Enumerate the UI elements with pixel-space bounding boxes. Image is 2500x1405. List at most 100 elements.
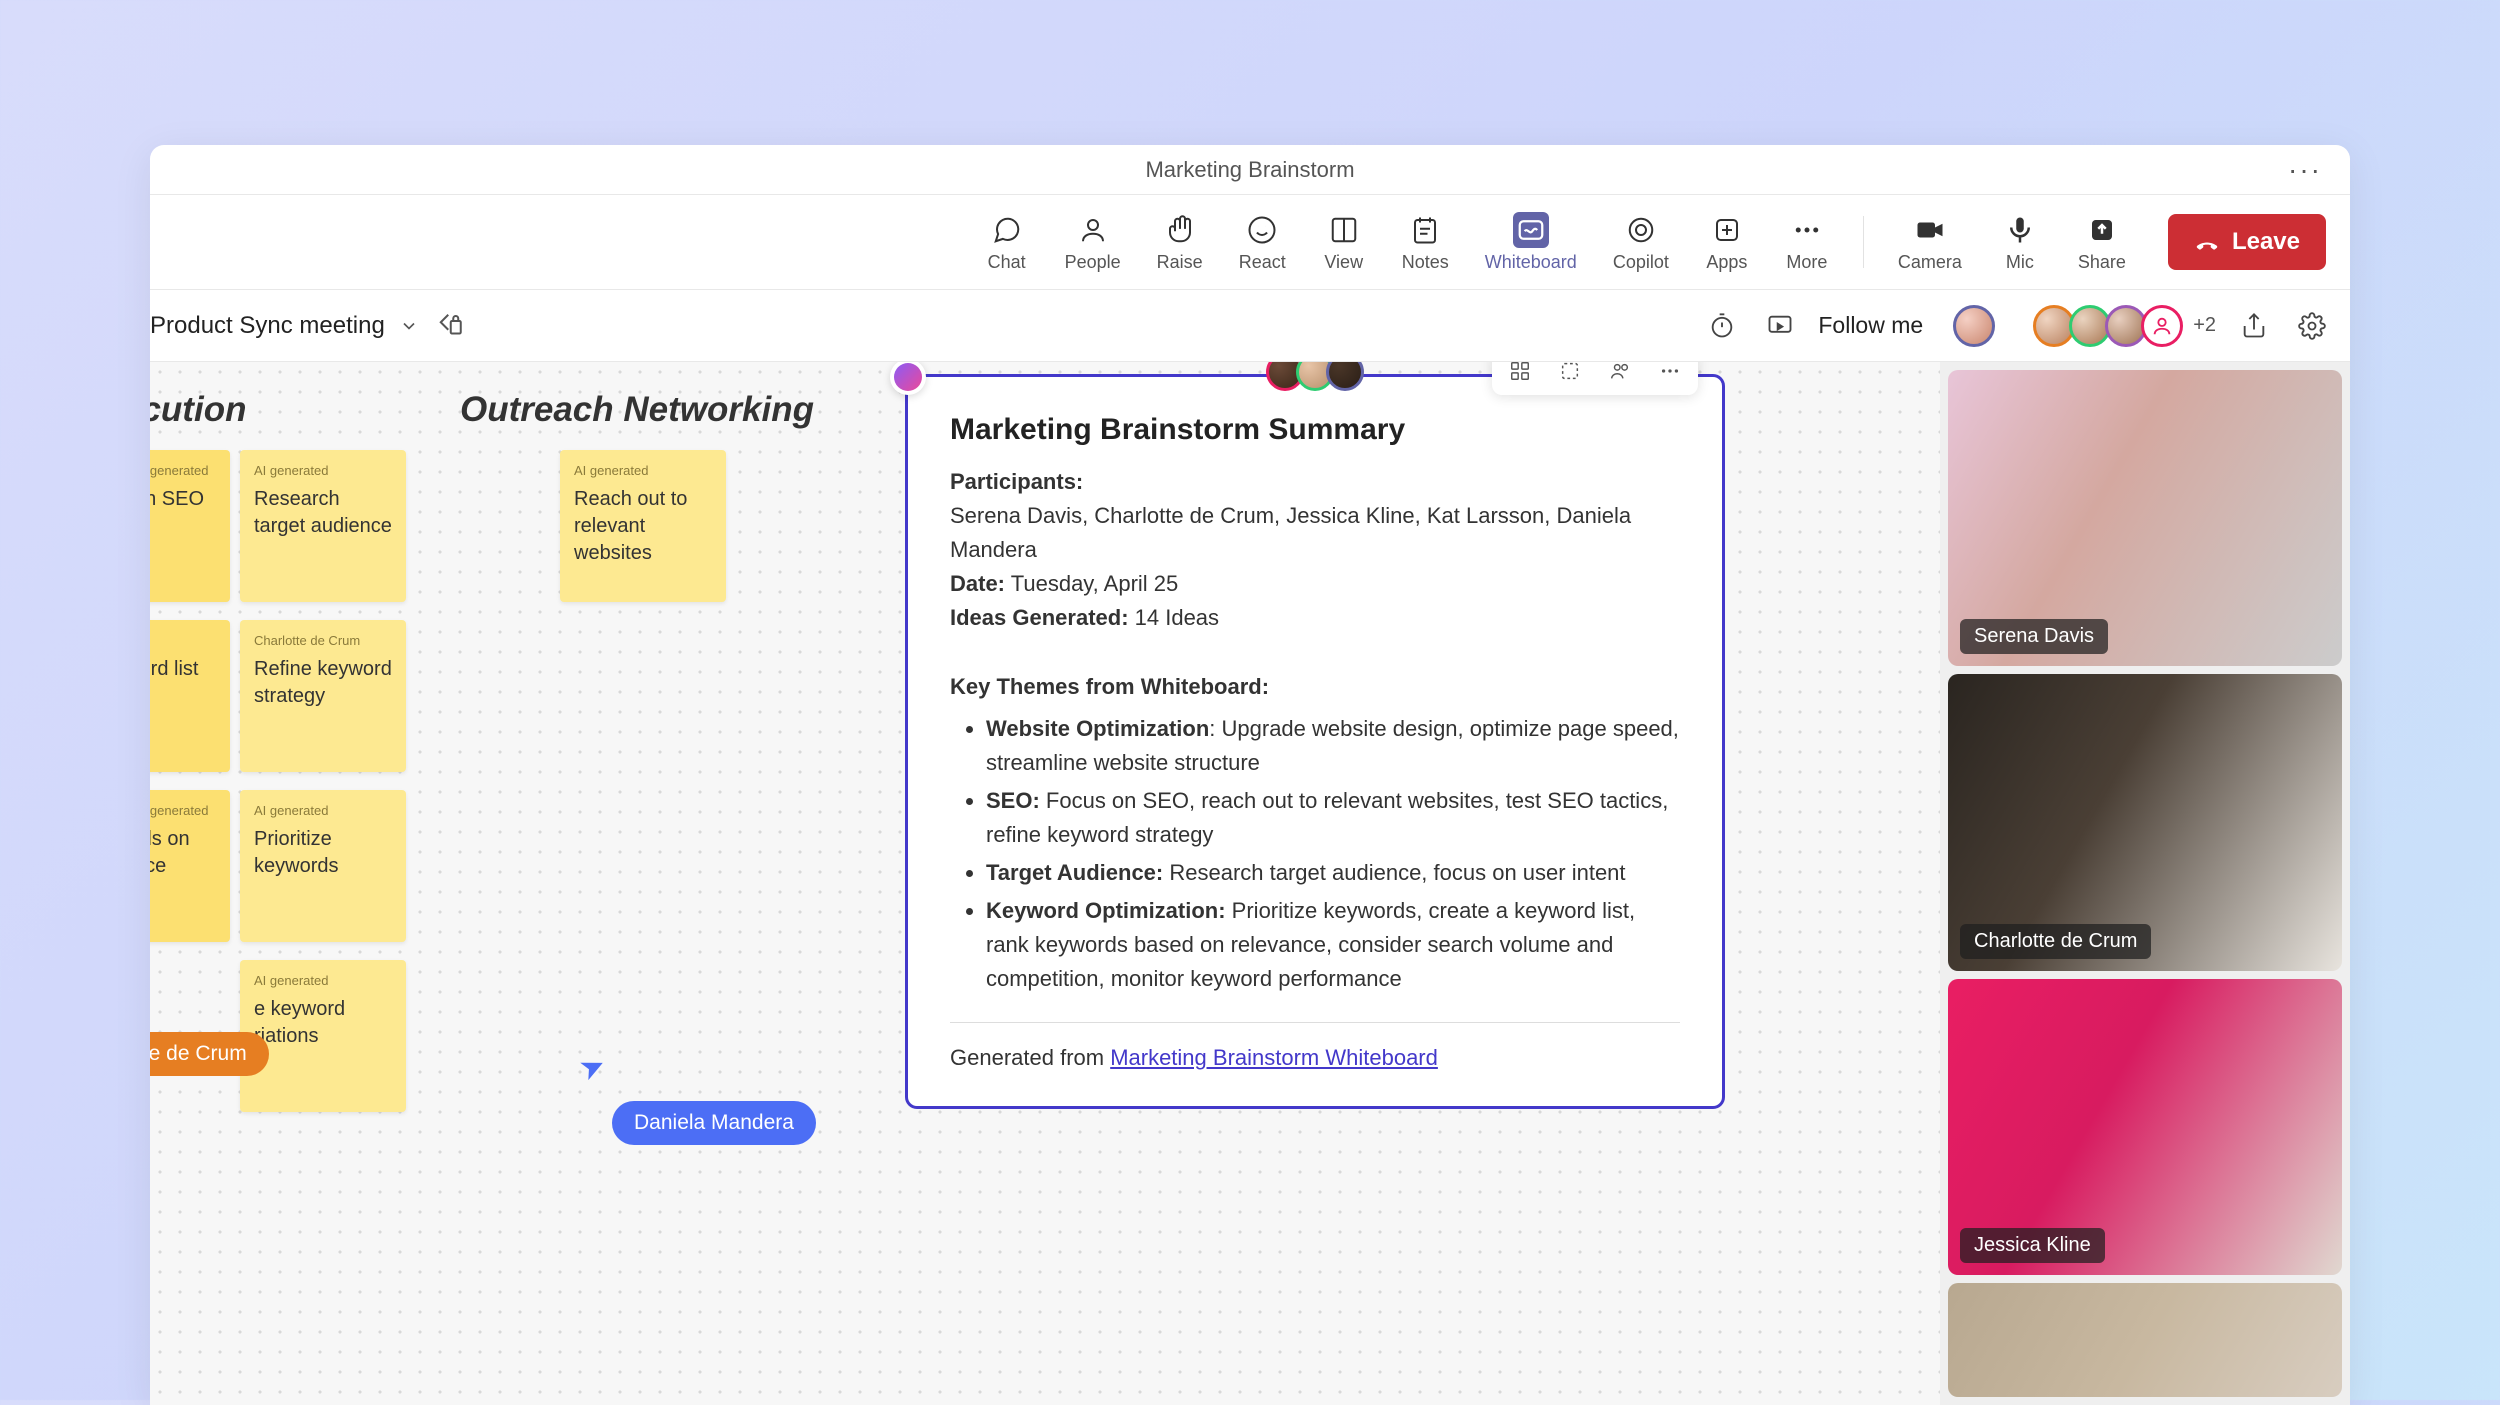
summary-divider [950,1022,1680,1023]
toolbar-copilot-label: Copilot [1613,252,1669,273]
sub-bar-right: Follow me +2 [1702,305,2340,347]
toolbar-whiteboard-label: Whiteboard [1485,252,1577,273]
sticky-note[interactable]: Charlotte de CrumRefine keyword strategy [240,620,406,772]
summary-title: Marketing Brainstorm Summary [950,413,1680,447]
toolbar-notes-label: Notes [1402,252,1449,273]
presenter-avatar [1953,305,2021,347]
toolbar-view-label: View [1324,252,1363,273]
toolbar-camera[interactable]: Camera [1884,206,1976,279]
cursor-pointer-icon: ➤ [574,1046,612,1088]
share-whiteboard-button[interactable] [2234,306,2274,346]
avatar-overflow-count[interactable]: +2 [2193,314,2216,337]
toolbar-view[interactable]: View [1308,206,1380,279]
card-tool-components-icon[interactable] [1506,362,1534,385]
toolbar-raise-label: Raise [1157,252,1203,273]
video-participant-name: Serena Davis [1960,619,2108,654]
title-bar: Marketing Brainstorm ··· [150,145,2350,195]
toolbar-group-media: Camera Mic Share [1884,206,2140,279]
leave-button[interactable]: Leave [2168,214,2326,270]
collaborator-cursor-charlotte: tte de Crum [150,1032,269,1076]
video-participant-name: Jessica Kline [1960,1228,2105,1263]
camera-icon [1912,212,1948,248]
toolbar-camera-label: Camera [1898,252,1962,273]
toolbar-react-label: React [1239,252,1286,273]
collaborator-cursor-daniela: ➤ Daniela Mandera [580,1050,816,1145]
meeting-toolbar: Chat People Raise React View Notes [150,195,2350,290]
timer-button[interactable] [1702,306,1742,346]
toolbar-share[interactable]: Share [2064,206,2140,279]
video-tile[interactable] [1948,1283,2342,1397]
summary-source-link[interactable]: Marketing Brainstorm Whiteboard [1110,1045,1438,1070]
apps-icon [1709,212,1745,248]
sticky-note[interactable]: AI generatedResearch target audience [240,450,406,602]
sticky-note[interactable]: AI generatedPrioritize keywords [240,790,406,942]
react-icon [1244,212,1280,248]
present-button[interactable] [1760,306,1800,346]
avatar-anonymous[interactable] [2141,305,2183,347]
toolbar-mic[interactable]: Mic [1984,206,2056,279]
follow-me-button[interactable]: Follow me [1818,312,1923,339]
video-tile[interactable]: Charlotte de Crum [1948,674,2342,970]
sticky-note[interactable]: AI generatedrds on nce [150,790,230,942]
share-icon [2084,212,2120,248]
summary-card[interactable]: Marketing Brainstorm Summary Participant… [905,374,1725,1109]
toolbar-apps-label: Apps [1706,252,1747,273]
app-window: Marketing Brainstorm ··· Chat People Rai… [150,145,2350,1405]
card-tool-more-icon[interactable] [1656,362,1684,385]
toolbar-group-main: Chat People Raise React View Notes [971,206,1843,279]
toolbar-share-label: Share [2078,252,2126,273]
sticky-note[interactable]: aa rd list [150,620,230,772]
whiteboard-sub-bar: Product Sync meeting Follow me +2 [150,290,2350,362]
view-icon [1326,212,1362,248]
raise-hand-icon [1162,212,1198,248]
sticky-note[interactable]: AI generatedReach out to relevant websit… [560,450,726,602]
toolbar-react[interactable]: React [1225,206,1300,279]
section-heading-outreach: Outreach Networking [460,390,814,430]
toolbar-raise[interactable]: Raise [1143,206,1217,279]
main-area: ecution Outreach Networking AI generated… [150,362,2350,1405]
summary-body: Participants: Serena Davis, Charlotte de… [950,465,1680,1076]
settings-button[interactable] [2292,306,2332,346]
card-tool-people-icon[interactable] [1606,362,1634,385]
toolbar-copilot[interactable]: Copilot [1599,206,1683,279]
leave-button-label: Leave [2232,228,2300,256]
card-tool-expand-icon[interactable] [1556,362,1584,385]
more-icon [1789,212,1825,248]
toolbar-chat[interactable]: Chat [971,206,1043,279]
people-icon [1075,212,1111,248]
avatar[interactable] [1326,362,1364,391]
toolbar-more[interactable]: More [1771,206,1843,279]
card-collaborator-avatars [1266,362,1364,391]
hangup-icon [2194,229,2220,255]
toolbar-people-label: People [1065,252,1121,273]
meeting-name-dropdown[interactable]: Product Sync meeting [150,312,419,340]
mic-icon [2002,212,2038,248]
meeting-name-text: Product Sync meeting [150,312,385,340]
sticky-note[interactable]: AI generatedon SEO [150,450,230,602]
video-panel: Serena Davis Charlotte de Crum Jessica K… [1940,362,2350,1405]
window-more-icon[interactable]: ··· [2288,154,2322,186]
toolbar-mic-label: Mic [2006,252,2034,273]
summary-footer: Generated from Marketing Brainstorm Whit… [950,1041,1680,1075]
toolbar-chat-label: Chat [988,252,1026,273]
card-toolbar [1492,362,1698,395]
whiteboard-canvas[interactable]: ecution Outreach Networking AI generated… [150,362,1940,1405]
toolbar-more-label: More [1786,252,1827,273]
notes-icon [1407,212,1443,248]
video-tile[interactable]: Jessica Kline [1948,979,2342,1275]
chevron-down-icon [399,316,419,336]
lock-indicator-icon[interactable] [437,311,467,341]
whiteboard-icon [1513,212,1549,248]
chat-icon [989,212,1025,248]
avatar-presenter[interactable] [1953,305,1995,347]
toolbar-people[interactable]: People [1051,206,1135,279]
loop-badge-icon [894,363,922,391]
video-participant-name: Charlotte de Crum [1960,924,2151,959]
section-heading-execution: ecution [150,390,246,430]
copilot-icon [1623,212,1659,248]
toolbar-apps[interactable]: Apps [1691,206,1763,279]
window-title: Marketing Brainstorm [1145,157,1354,183]
toolbar-whiteboard[interactable]: Whiteboard [1471,206,1591,279]
toolbar-notes[interactable]: Notes [1388,206,1463,279]
video-tile[interactable]: Serena Davis [1948,370,2342,666]
